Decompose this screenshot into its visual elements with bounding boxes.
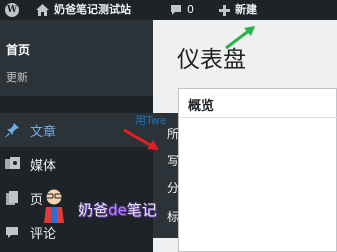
- admin-bar: W 奶爸笔记测试站 0 新建: [0, 0, 337, 20]
- panel-link-text[interactable]: 用Twe: [135, 112, 167, 128]
- site-name: 奶爸笔记测试站: [54, 3, 131, 16]
- home-icon: [36, 4, 49, 16]
- overview-panel: 概览: [178, 88, 337, 252]
- page-icon: [4, 190, 20, 206]
- sidebar-item-posts[interactable]: 文章: [0, 113, 153, 147]
- panel-title: 概览: [188, 99, 215, 114]
- sidebar-item-updates[interactable]: 更新: [6, 69, 28, 85]
- wordpress-logo-button[interactable]: W: [3, 0, 21, 20]
- sidebar-item-label: 文章: [30, 124, 57, 140]
- media-icon: [4, 156, 20, 172]
- watermark-avatar-icon: [44, 188, 64, 223]
- active-pointer: [153, 38, 159, 50]
- plus-icon: [219, 4, 230, 16]
- watermark-text-left: 奶爸: [78, 201, 109, 219]
- comments-count: 0: [187, 3, 194, 16]
- page-title: 仪表盘: [177, 47, 246, 73]
- sidebar-item-label: 媒体: [30, 158, 57, 174]
- pushpin-icon: [4, 122, 20, 138]
- comment-bubble-icon: [171, 5, 181, 15]
- comments-link[interactable]: 0: [170, 0, 194, 20]
- sidebar-item-media[interactable]: 媒体: [0, 147, 153, 181]
- new-content-button[interactable]: 新建: [219, 0, 257, 20]
- watermark: 奶爸de笔记: [38, 187, 188, 229]
- watermark-text-mid: de: [108, 201, 127, 219]
- panel-divider: [179, 117, 337, 118]
- wordpress-logo-icon: W: [5, 3, 19, 17]
- comment-bubble-icon: [4, 224, 20, 240]
- watermark-text-right: 笔记: [126, 201, 157, 219]
- site-home-link[interactable]: 奶爸笔记测试站: [36, 0, 131, 20]
- new-label: 新建: [235, 3, 257, 16]
- watermark-text: 奶爸de笔记: [78, 199, 157, 220]
- sidebar-item-home[interactable]: 首页: [6, 41, 30, 58]
